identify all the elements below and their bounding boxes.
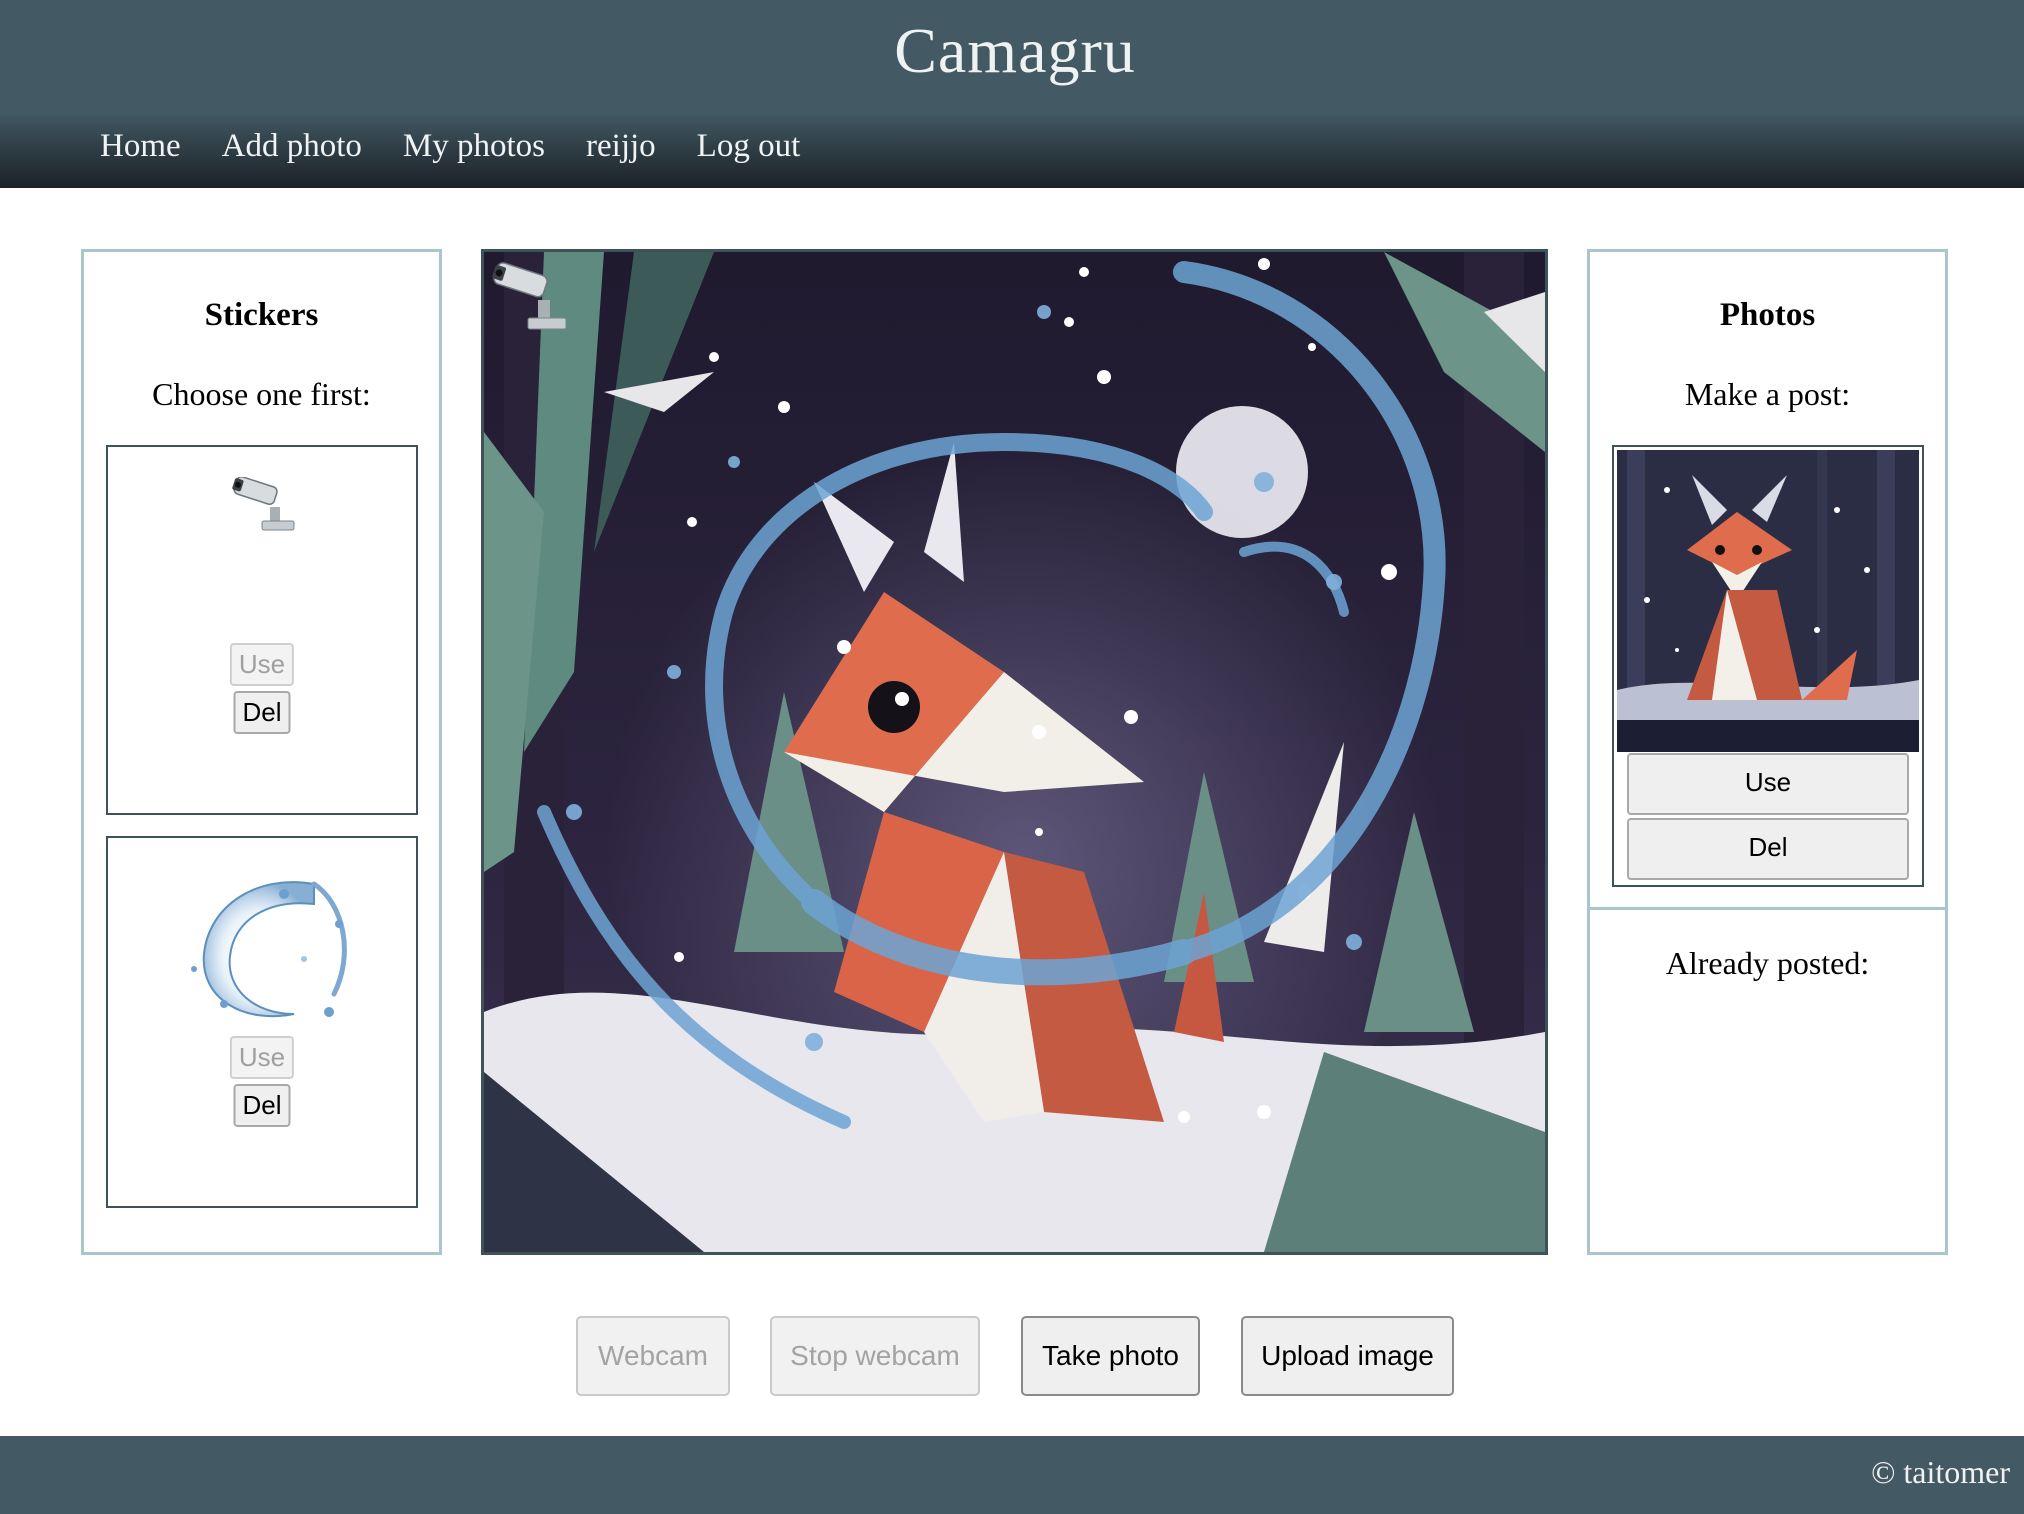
nav-log-out[interactable]: Log out [697, 128, 801, 165]
upload-image-button[interactable]: Upload image [1241, 1316, 1454, 1396]
security-camera-icon[interactable] [230, 477, 298, 533]
photo-delete-button[interactable]: Del [1627, 818, 1909, 880]
nav-add-photo[interactable]: Add photo [222, 128, 362, 165]
stickers-panel: Stickers Choose one first: Use Del Use D… [81, 249, 442, 1255]
photo-card: Use Del [1612, 445, 1924, 887]
nav-home[interactable]: Home [100, 128, 181, 165]
composed-photo [484, 252, 1545, 1252]
make-post-label: Make a post: [1684, 376, 1851, 412]
divider [1590, 907, 1945, 910]
webcam-button[interactable]: Webcam [576, 1316, 730, 1396]
nav-username[interactable]: reijjo [586, 128, 656, 165]
sticker-card: Use Del [106, 836, 418, 1208]
photos-panel: Photos Make a post: Use Del Already post… [1587, 249, 1948, 1255]
photo-thumbnail[interactable] [1617, 450, 1919, 752]
sticker-delete-button[interactable]: Del [233, 691, 291, 734]
water-splash-icon[interactable] [164, 864, 364, 1034]
stop-webcam-button[interactable]: Stop webcam [770, 1316, 980, 1396]
sticker-card: Use Del [106, 445, 418, 815]
sticker-use-button[interactable]: Use [229, 1036, 295, 1079]
sticker-use-button[interactable]: Use [229, 643, 295, 686]
nav-my-photos[interactable]: My photos [403, 128, 545, 165]
main-nav: Home Add photo My photos reijjo Log out [100, 128, 800, 165]
stickers-subtitle: Choose one first: [152, 376, 371, 412]
site-footer: © taitomer [0, 1436, 2024, 1514]
photos-title: Photos [1719, 297, 1816, 333]
site-title: Camagru [894, 15, 1136, 86]
footer-copyright: © taitomer [1871, 1454, 2010, 1490]
photo-use-button[interactable]: Use [1627, 753, 1909, 815]
photo-canvas[interactable] [481, 249, 1548, 1255]
sticker-delete-button[interactable]: Del [233, 1084, 291, 1127]
stickers-title: Stickers [204, 297, 319, 333]
site-header: Camagru Home Add photo My photos reijjo … [0, 0, 2024, 188]
take-photo-button[interactable]: Take photo [1021, 1316, 1200, 1396]
already-posted-label: Already posted: [1665, 945, 1870, 981]
